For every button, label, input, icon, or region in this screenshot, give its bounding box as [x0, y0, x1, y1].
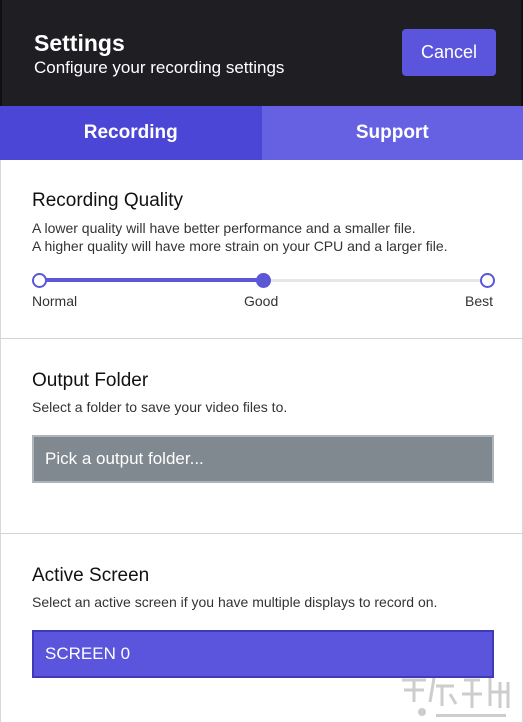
active-screen-title: Active Screen [32, 565, 150, 586]
section-divider [0, 533, 523, 534]
quality-slider[interactable] [31, 270, 495, 292]
slider-label-best: Best [465, 293, 494, 309]
section-divider [0, 338, 523, 339]
cancel-button[interactable]: Cancel [402, 29, 496, 76]
recording-quality-title: Recording Quality [32, 190, 184, 211]
slider-label-normal: Normal [32, 293, 78, 309]
active-screen-select[interactable]: SCREEN 0 [32, 630, 494, 678]
active-screen-desc: Select an active screen if you have mult… [32, 594, 438, 610]
output-folder-picker[interactable]: Pick a output folder... [32, 435, 494, 483]
tab-bar: Recording Support [0, 106, 523, 160]
active-screen-value: SCREEN 0 [45, 644, 131, 663]
slider-stop-best[interactable] [479, 273, 495, 288]
output-folder-title: Output Folder [32, 370, 149, 391]
page-title: Settings [34, 30, 125, 56]
tab-support[interactable]: Support [261, 106, 523, 160]
output-folder-desc: Select a folder to save your video files… [32, 399, 288, 415]
output-folder-placeholder: Pick a output folder... [45, 449, 204, 468]
slider-stop-good[interactable] [255, 273, 271, 288]
slider-track-fill [39, 278, 263, 282]
slider-stop-normal[interactable] [31, 273, 47, 288]
page-subtitle: Configure your recording settings [34, 58, 285, 77]
tab-recording[interactable]: Recording [0, 106, 262, 160]
settings-header: Settings Configure your recording settin… [0, 0, 523, 106]
recording-quality-desc-line1: A lower quality will have better perform… [32, 220, 416, 236]
recording-quality-desc-line2: A higher quality will have more strain o… [32, 238, 448, 254]
slider-label-good: Good [244, 293, 279, 309]
